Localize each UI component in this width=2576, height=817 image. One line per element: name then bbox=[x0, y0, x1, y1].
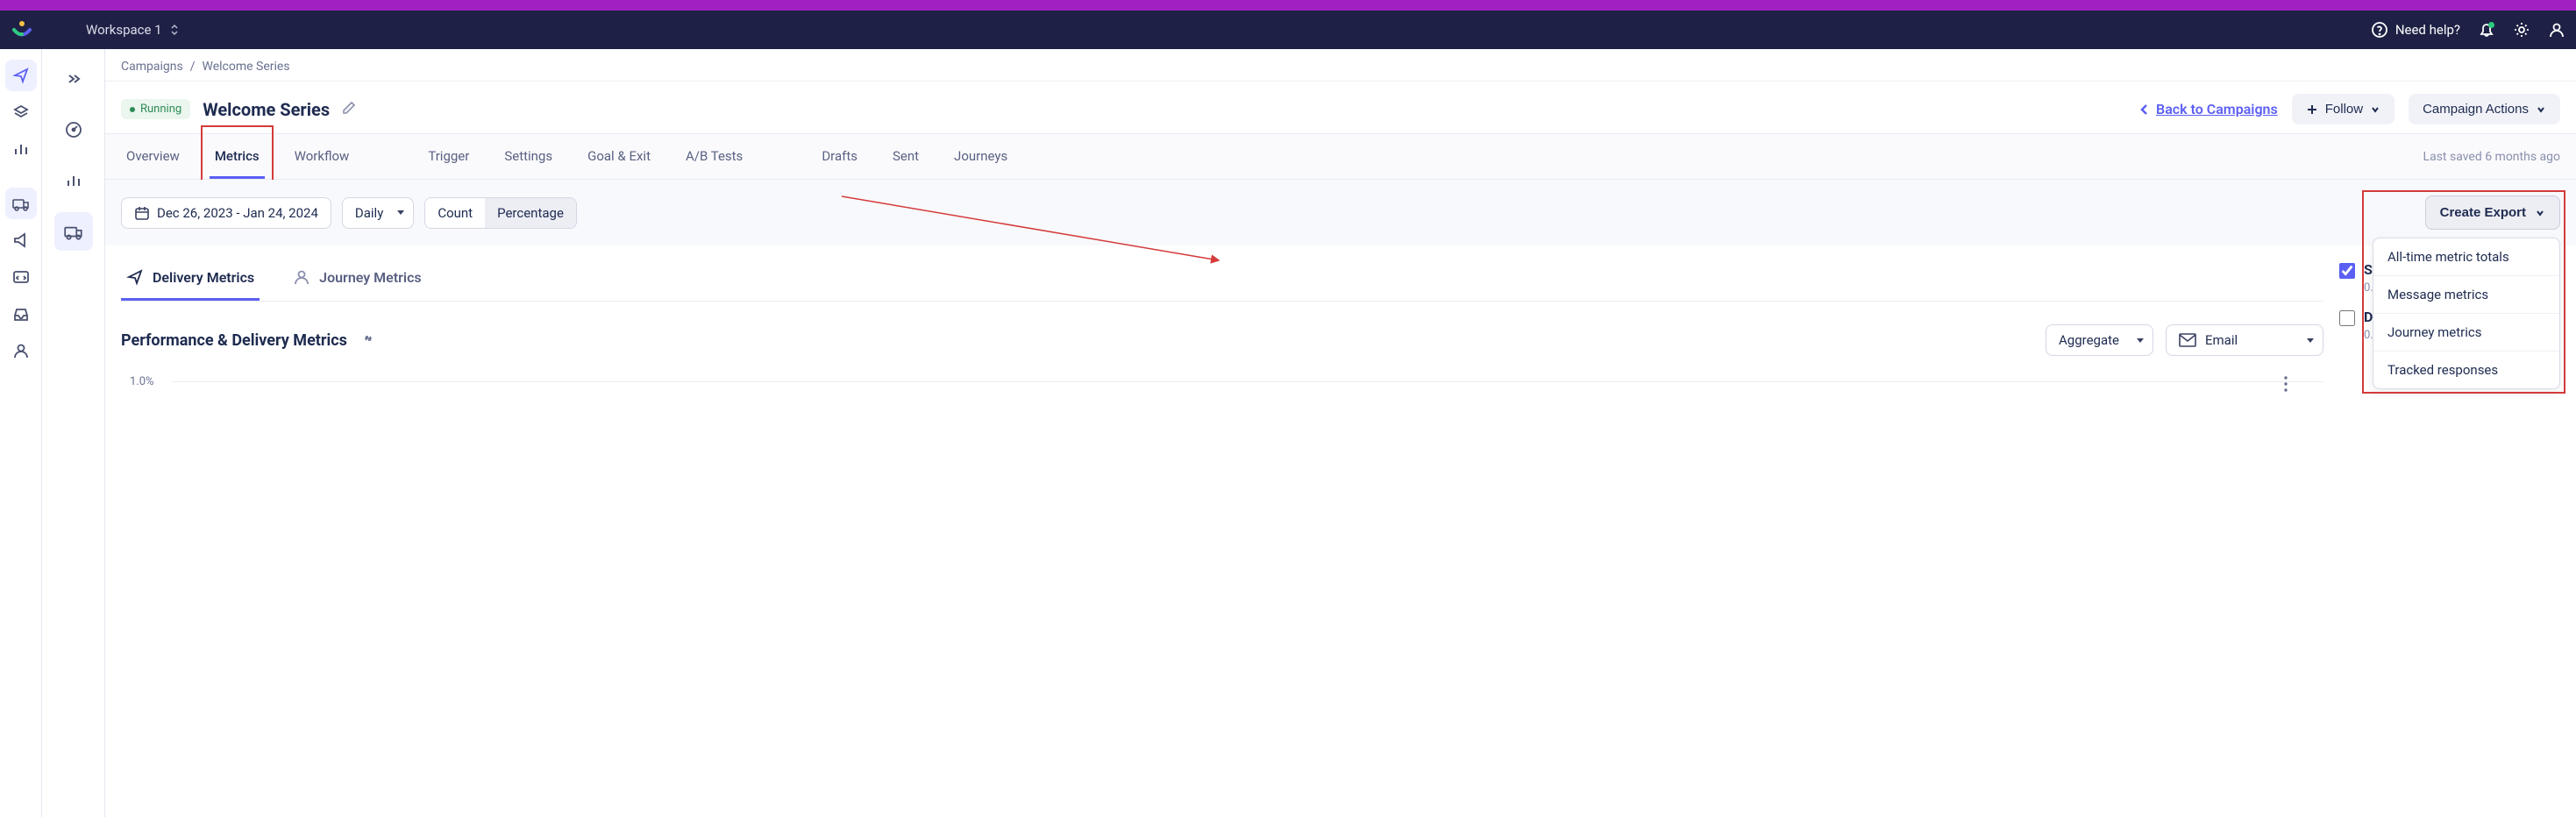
date-range-picker[interactable]: Dec 26, 2023 - Jan 24, 2024 bbox=[121, 197, 331, 229]
sidebar-inbox-icon[interactable] bbox=[5, 298, 37, 330]
sidebar-code-icon[interactable] bbox=[5, 261, 37, 293]
app-logo[interactable] bbox=[11, 18, 33, 41]
toggle-percentage[interactable]: Percentage bbox=[485, 198, 576, 228]
chevron-down-icon bbox=[397, 210, 404, 215]
toggle-count[interactable]: Count bbox=[425, 198, 485, 228]
campaign-actions-button[interactable]: Campaign Actions bbox=[2409, 94, 2560, 124]
subtab-delivery-metrics[interactable]: Delivery Metrics bbox=[121, 256, 260, 301]
primary-sidebar bbox=[0, 49, 42, 817]
chart-menu-button[interactable] bbox=[2283, 375, 2288, 396]
export-message-metrics[interactable]: Message metrics bbox=[2373, 276, 2559, 314]
last-saved-label: Last saved 6 months ago bbox=[2423, 150, 2560, 164]
tab-trigger[interactable]: Trigger bbox=[423, 134, 474, 179]
workspace-switcher[interactable]: Workspace 1 bbox=[86, 22, 180, 38]
chevron-down-icon bbox=[2137, 338, 2144, 343]
back-to-campaigns-link[interactable]: Back to Campaigns bbox=[2138, 101, 2278, 117]
breadcrumb-current: Welcome Series bbox=[203, 60, 290, 74]
reports-icon[interactable] bbox=[54, 161, 93, 200]
breadcrumb: Campaigns / Welcome Series bbox=[121, 60, 2560, 74]
account-button[interactable] bbox=[2548, 21, 2565, 39]
edit-title-button[interactable] bbox=[342, 101, 356, 118]
email-icon bbox=[2179, 333, 2196, 347]
tab-metrics[interactable]: Metrics bbox=[210, 134, 265, 179]
breadcrumb-campaigns[interactable]: Campaigns bbox=[121, 60, 183, 74]
delivery-nav-icon[interactable] bbox=[54, 212, 93, 251]
status-dot-icon bbox=[130, 107, 135, 112]
dashboard-icon[interactable] bbox=[54, 110, 93, 149]
chevron-down-icon bbox=[2307, 338, 2314, 343]
secondary-sidebar bbox=[42, 49, 105, 817]
display-mode-toggle: Count Percentage bbox=[424, 197, 577, 229]
status-badge: Running bbox=[121, 99, 190, 119]
subtab-journey-metrics[interactable]: Journey Metrics bbox=[288, 256, 427, 301]
sent-checkbox[interactable] bbox=[2339, 263, 2355, 279]
tab-sent[interactable]: Sent bbox=[887, 134, 924, 179]
sidebar-delivery-icon[interactable] bbox=[5, 188, 37, 219]
need-help-label: Need help? bbox=[2395, 22, 2460, 38]
notification-dot bbox=[2488, 22, 2494, 28]
workspace-name: Workspace 1 bbox=[86, 22, 162, 38]
settings-button[interactable] bbox=[2513, 21, 2530, 39]
metrics-section-title: Performance & Delivery Metrics bbox=[121, 331, 347, 350]
follow-button[interactable]: Follow bbox=[2292, 94, 2395, 124]
tab-overview[interactable]: Overview bbox=[121, 134, 185, 179]
export-tracked-responses[interactable]: Tracked responses bbox=[2373, 352, 2559, 388]
tab-settings[interactable]: Settings bbox=[499, 134, 558, 179]
aggregate-select[interactable]: Aggregate bbox=[2046, 324, 2153, 356]
export-journey-metrics[interactable]: Journey metrics bbox=[2373, 314, 2559, 352]
chart-area: 1.0% bbox=[121, 375, 2323, 388]
interval-select[interactable]: Daily bbox=[342, 197, 414, 229]
export-all-time-totals[interactable]: All-time metric totals bbox=[2373, 238, 2559, 276]
tab-drafts[interactable]: Drafts bbox=[816, 134, 863, 179]
sidebar-broadcast-icon[interactable] bbox=[5, 224, 37, 256]
export-menu: All-time metric totals Message metrics J… bbox=[2373, 238, 2560, 389]
expand-sidebar-button[interactable] bbox=[54, 60, 93, 98]
tabs-row: Overview Metrics Workflow Trigger Settin… bbox=[105, 133, 2576, 180]
sidebar-campaigns-icon[interactable] bbox=[5, 60, 37, 91]
link-icon[interactable] bbox=[359, 330, 377, 351]
chart-ytick: 1.0% bbox=[130, 375, 154, 388]
top-accent-bar bbox=[0, 0, 2576, 11]
need-help-button[interactable]: Need help? bbox=[2371, 21, 2460, 39]
create-export-button[interactable]: Create Export bbox=[2425, 195, 2560, 230]
app-header: Workspace 1 Need help? bbox=[0, 11, 2576, 49]
campaign-title: Welcome Series bbox=[203, 99, 330, 120]
sidebar-layers-icon[interactable] bbox=[5, 96, 37, 128]
channel-select[interactable]: Email bbox=[2166, 324, 2323, 356]
tab-workflow[interactable]: Workflow bbox=[289, 134, 355, 179]
tab-ab-tests[interactable]: A/B Tests bbox=[680, 134, 748, 179]
notifications-button[interactable] bbox=[2478, 21, 2495, 39]
tab-journeys[interactable]: Journeys bbox=[949, 134, 1013, 179]
tab-goal-exit[interactable]: Goal & Exit bbox=[582, 134, 656, 179]
delivered-checkbox[interactable] bbox=[2339, 310, 2355, 326]
sidebar-people-icon[interactable] bbox=[5, 335, 37, 366]
sidebar-analytics-icon[interactable] bbox=[5, 133, 37, 165]
